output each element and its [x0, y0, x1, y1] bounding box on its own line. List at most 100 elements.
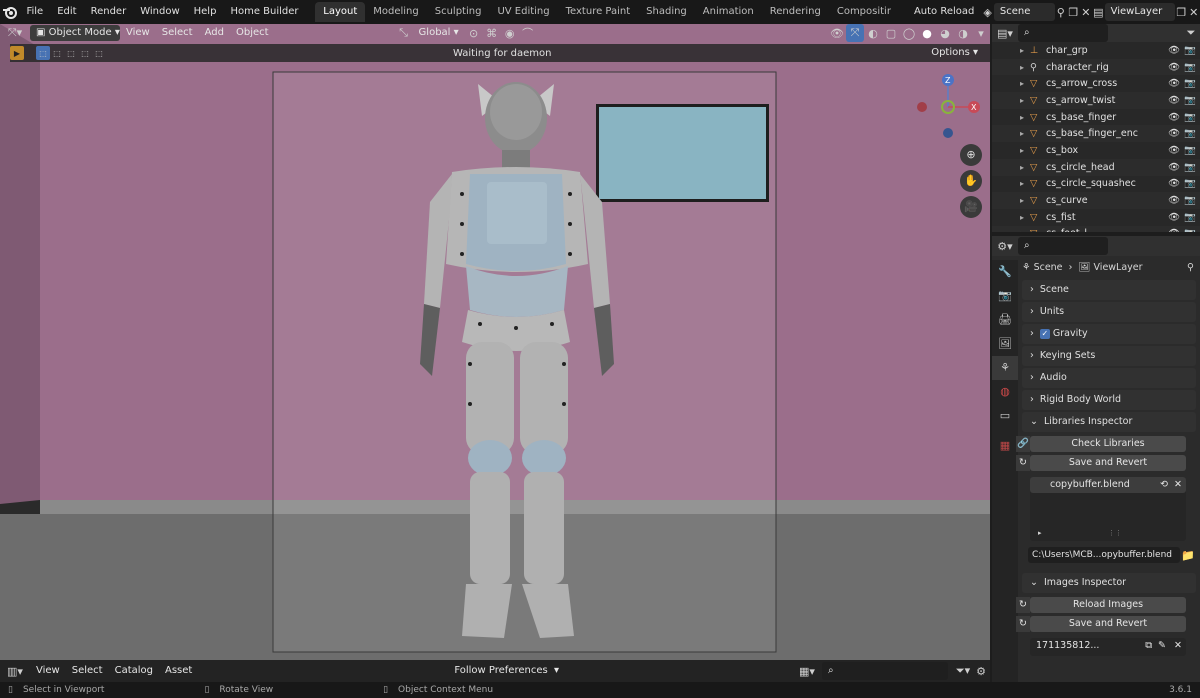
expand-arrow-icon[interactable]: ▸ — [992, 213, 1030, 222]
scene-icon[interactable]: ◈ — [981, 3, 994, 21]
tab-uv-editing[interactable]: UV Editing — [489, 2, 557, 22]
falloff-icon[interactable]: ⌒ — [519, 24, 537, 42]
asset-editor-icon[interactable]: ▥▾ — [0, 662, 30, 680]
menu-file[interactable]: File — [19, 0, 50, 24]
viewport-menu-view[interactable]: View — [120, 25, 156, 41]
camera-render-icon[interactable]: 📷 — [1184, 162, 1200, 173]
delete-view-layer-icon[interactable]: ✕ — [1188, 3, 1200, 21]
tab-layout[interactable]: Layout — [315, 2, 366, 22]
outliner-item[interactable]: ▸ ▽ cs_base_finger_enc 👁 📷 — [992, 125, 1200, 143]
scene-tab-icon[interactable]: ⚘ — [992, 356, 1018, 380]
delete-scene-icon[interactable]: ✕ — [1080, 3, 1093, 21]
eye-icon[interactable]: 👁 — [1168, 78, 1184, 89]
panel-keying-sets[interactable]: › Keying Sets — [1022, 346, 1196, 366]
asset-menu-select[interactable]: Select — [66, 663, 109, 679]
pan-hand-icon[interactable]: ✋ — [960, 170, 982, 192]
edit-image-icon[interactable]: ✎ — [1158, 638, 1166, 654]
follow-preferences-dropdown[interactable]: Follow Preferences ▾ — [448, 663, 568, 679]
auto-reload-button[interactable]: Auto Reload — [907, 0, 981, 24]
editor-type-icon[interactable]: ⤧▾ — [0, 24, 30, 42]
expand-arrow-icon[interactable]: ▸ — [992, 129, 1030, 138]
outliner-item[interactable]: ▸ ▽ cs_box 👁 📷 — [992, 142, 1200, 159]
properties-search-input[interactable]: ⌕ — [1018, 237, 1108, 255]
navigation-gizmo[interactable]: Z X ⊕ ✋ 🎥 — [910, 70, 986, 270]
camera-render-icon[interactable]: 📷 — [1184, 145, 1200, 156]
pivot-icon[interactable]: ⊙ — [465, 24, 483, 42]
outliner-item[interactable]: ▸▽cs_foot_l👁📷 — [992, 225, 1200, 232]
camera-render-icon[interactable]: 📷 — [1184, 128, 1200, 139]
eye-icon[interactable]: 👁 — [1168, 145, 1184, 156]
panel-gravity[interactable]: › ✓ Gravity — [1022, 324, 1196, 344]
check-libraries-button[interactable]: 🔗 Check Libraries — [1016, 436, 1186, 452]
expand-arrow-icon[interactable]: ▸ — [992, 146, 1030, 155]
select-subtract-icon[interactable]: ⬚ — [64, 46, 78, 60]
remove-library-icon[interactable]: ✕ — [1174, 477, 1182, 493]
outliner-search-input[interactable]: ⌕ — [1018, 24, 1108, 42]
new-view-layer-icon[interactable]: ❐ — [1175, 3, 1188, 21]
outliner-item[interactable]: ▸ ▽ cs_arrow_cross 👁 📷 — [992, 75, 1200, 92]
expand-arrow-icon[interactable]: ▸ — [992, 63, 1030, 72]
shading-rendered-icon[interactable]: ◑ — [954, 24, 972, 42]
eye-icon[interactable]: 👁 — [1168, 178, 1184, 189]
asset-menu-view[interactable]: View — [30, 663, 66, 679]
expand-arrow-icon[interactable]: ▸ — [992, 79, 1030, 88]
outliner-item[interactable]: ▸ ▽ cs_arrow_twist 👁 📷 — [992, 92, 1200, 109]
shading-solid-icon[interactable]: ● — [918, 24, 936, 42]
viewport-menu-add[interactable]: Add — [199, 25, 230, 41]
asset-filter-icon[interactable]: ⏷▾ — [954, 662, 972, 680]
folder-icon[interactable]: 📁 — [1180, 546, 1196, 564]
tab-rendering[interactable]: Rendering — [762, 2, 829, 22]
asset-search-input[interactable]: ⌕ — [822, 662, 948, 680]
panel-libraries-inspector[interactable]: ⌄ Libraries Inspector — [1022, 412, 1196, 432]
relink-icon[interactable]: ⟲ — [1160, 477, 1168, 493]
tab-modeling[interactable]: Modeling — [365, 2, 427, 22]
camera-render-icon[interactable]: 📷 — [1184, 212, 1200, 223]
copy-image-icon[interactable]: ⧉ — [1145, 638, 1152, 654]
render-tab-icon[interactable]: 📷 — [992, 284, 1018, 308]
shading-material-icon[interactable]: ◕ — [936, 24, 954, 42]
select-extend-icon[interactable]: ⬚ — [50, 46, 64, 60]
select-intersect-icon[interactable]: ⬚ — [92, 46, 106, 60]
menu-home-builder[interactable]: Home Builder — [223, 0, 305, 24]
expand-arrow-icon[interactable]: ▸ — [992, 229, 1030, 232]
camera-render-icon[interactable]: 📷 — [1184, 178, 1200, 189]
outliner-item[interactable]: ▸ ▽ cs_fist 👁 📷 — [992, 209, 1200, 226]
expand-arrow-icon[interactable]: ▸ — [992, 46, 1030, 55]
reload-images-button[interactable]: ↻ Reload Images — [1016, 597, 1186, 613]
eye-icon[interactable]: 👁 — [1168, 62, 1184, 73]
panel-audio[interactable]: › Audio — [1022, 368, 1196, 388]
thumbnail-display-icon[interactable]: ▦▾ — [798, 662, 816, 680]
eye-icon[interactable]: 👁 — [1168, 45, 1184, 56]
expand-arrow-icon[interactable]: ▸ — [992, 113, 1030, 122]
expand-arrow-icon[interactable]: ▸ — [992, 196, 1030, 205]
orientation-dropdown[interactable]: Global ▾ — [413, 25, 465, 41]
collection-tab-icon[interactable]: ▭ — [992, 404, 1018, 428]
scene-field[interactable]: Scene — [993, 3, 1055, 21]
tab-compositing[interactable]: Compositir — [829, 2, 899, 22]
eye-icon[interactable]: 👁 — [1168, 128, 1184, 139]
asset-menu-asset[interactable]: Asset — [159, 663, 198, 679]
tab-shading[interactable]: Shading — [638, 2, 695, 22]
library-path-field[interactable]: C:\Users\MCB...opybuffer.blend — [1028, 547, 1180, 563]
options-dropdown[interactable]: Options ▾ — [925, 45, 984, 61]
eye-icon[interactable]: 👁 — [1168, 228, 1184, 232]
world-tab-icon[interactable]: ◍ — [992, 380, 1018, 404]
libraries-save-revert-button[interactable]: ↻ Save and Revert — [1016, 455, 1186, 471]
select-box-icon[interactable]: ⬚ — [36, 46, 50, 60]
view-layer-icon[interactable]: ▤ — [1092, 3, 1105, 21]
expand-arrow-icon[interactable]: ▸ — [992, 179, 1030, 188]
panel-units[interactable]: › Units — [1022, 302, 1196, 322]
tab-animation[interactable]: Animation — [695, 2, 762, 22]
shading-options-icon[interactable]: ▾ — [972, 24, 990, 42]
snap-icon[interactable]: ⌘ — [483, 24, 501, 42]
viewport-menu-select[interactable]: Select — [156, 25, 199, 41]
outliner-item[interactable]: ▸ ▽ cs_circle_squashec 👁 📷 — [992, 176, 1200, 193]
camera-render-icon[interactable]: 📷 — [1184, 95, 1200, 106]
transform-orientation-icon[interactable]: ⤡ — [395, 24, 413, 42]
eye-icon[interactable]: 👁 — [1168, 112, 1184, 123]
expand-arrow-icon[interactable]: ▸ — [992, 163, 1030, 172]
panel-scene[interactable]: › Scene — [1022, 280, 1196, 300]
proportional-editing-icon[interactable]: ◉ — [501, 24, 519, 42]
eye-icon[interactable]: 👁 — [1168, 195, 1184, 206]
filter-icon[interactable]: ⏷ — [1182, 24, 1200, 42]
